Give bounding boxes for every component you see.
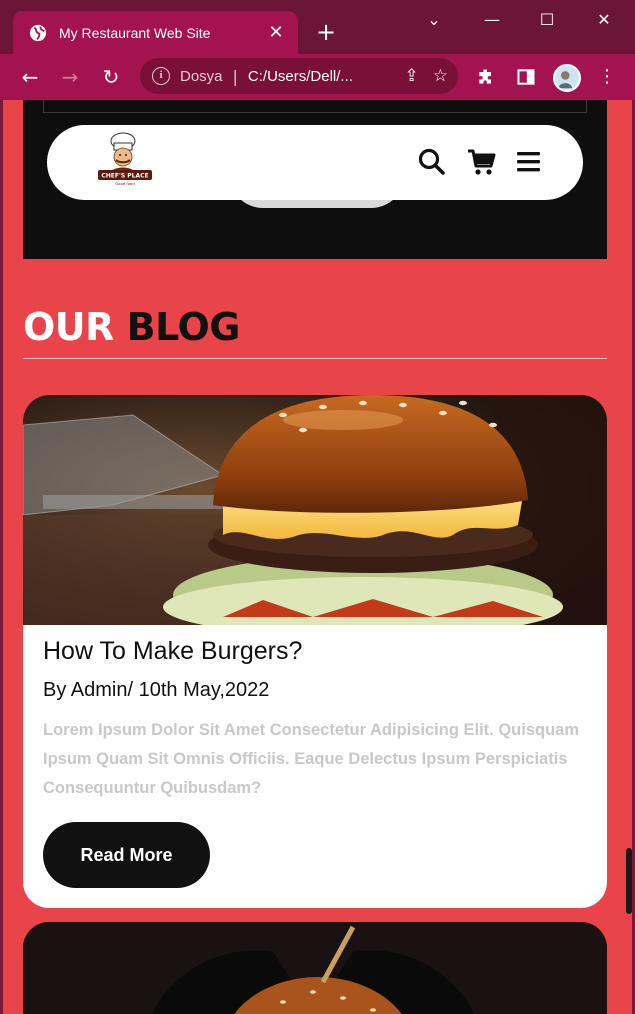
- globe-icon: [29, 24, 47, 41]
- info-icon[interactable]: i: [152, 67, 170, 85]
- logo-text: CHEF'S PLACE: [101, 173, 148, 180]
- more-menu-icon[interactable]: ⋮: [595, 65, 619, 89]
- read-more-button[interactable]: Read More: [43, 822, 210, 888]
- blog-card-next: [23, 922, 607, 1014]
- side-panel-icon[interactable]: [514, 65, 538, 89]
- post-title[interactable]: How To Make Burgers?: [43, 637, 302, 666]
- profile-avatar[interactable]: [553, 64, 581, 92]
- address-url[interactable]: C:/Users/Dell/...: [248, 68, 391, 85]
- tab-search-icon[interactable]: ⌄: [419, 8, 449, 32]
- title-part-blog: BLOG: [126, 305, 241, 349]
- chefs-place-logo[interactable]: CHEF'S PLACE Good food: [95, 131, 155, 189]
- title-underline: [23, 358, 607, 359]
- scrollbar-thumb[interactable]: [626, 848, 632, 914]
- extensions-icon[interactable]: [474, 65, 498, 89]
- search-icon[interactable]: [417, 147, 447, 177]
- browser-tab[interactable]: My Restaurant Web Site ✕: [13, 11, 298, 54]
- forward-icon[interactable]: →: [56, 63, 84, 91]
- address-scheme: Dosya: [180, 67, 223, 85]
- logo-subtext: Good food: [115, 181, 135, 186]
- title-part-our: OUR: [23, 305, 114, 349]
- site-header: CHEF'S PLACE Good food: [47, 125, 583, 200]
- browser-toolbar: ← → ↻ i Dosya | C:/Users/Dell/... ⇪ ☆ ⋮: [0, 54, 635, 100]
- blog-section-title: OUR BLOG: [23, 305, 240, 349]
- window-border-left: [0, 100, 3, 1014]
- browser-tab-bar: My Restaurant Web Site ✕ + ⌄ — ☐ ✕: [0, 0, 635, 54]
- close-tab-icon[interactable]: ✕: [266, 22, 286, 43]
- page-viewport: CHEF'S PLACE Good food OUR BLOG How To M…: [0, 100, 635, 1014]
- cart-icon[interactable]: [466, 147, 496, 177]
- tab-title: My Restaurant Web Site: [59, 24, 211, 41]
- burger-image[interactable]: [23, 395, 607, 625]
- burger-gloves-image[interactable]: [23, 922, 607, 1014]
- hero-frame-line: [43, 100, 587, 113]
- post-meta: By Admin/ 10th May,2022: [43, 679, 270, 701]
- minimize-icon[interactable]: —: [477, 8, 507, 32]
- blog-card: How To Make Burgers? By Admin/ 10th May,…: [23, 395, 607, 908]
- back-icon[interactable]: ←: [16, 63, 44, 91]
- maximize-icon[interactable]: ☐: [532, 8, 562, 32]
- menu-icon[interactable]: [514, 147, 544, 177]
- window-close-icon[interactable]: ✕: [589, 8, 619, 32]
- address-bar[interactable]: i Dosya | C:/Users/Dell/... ⇪ ☆: [140, 58, 458, 94]
- post-excerpt: Lorem Ipsum Dolor Sit Amet Consectetur A…: [43, 721, 580, 797]
- share-icon[interactable]: ⇪: [405, 66, 419, 86]
- new-tab-button[interactable]: +: [312, 18, 340, 46]
- address-separator: |: [232, 66, 238, 86]
- reload-icon[interactable]: ↻: [97, 63, 125, 91]
- bookmark-star-icon[interactable]: ☆: [433, 66, 448, 86]
